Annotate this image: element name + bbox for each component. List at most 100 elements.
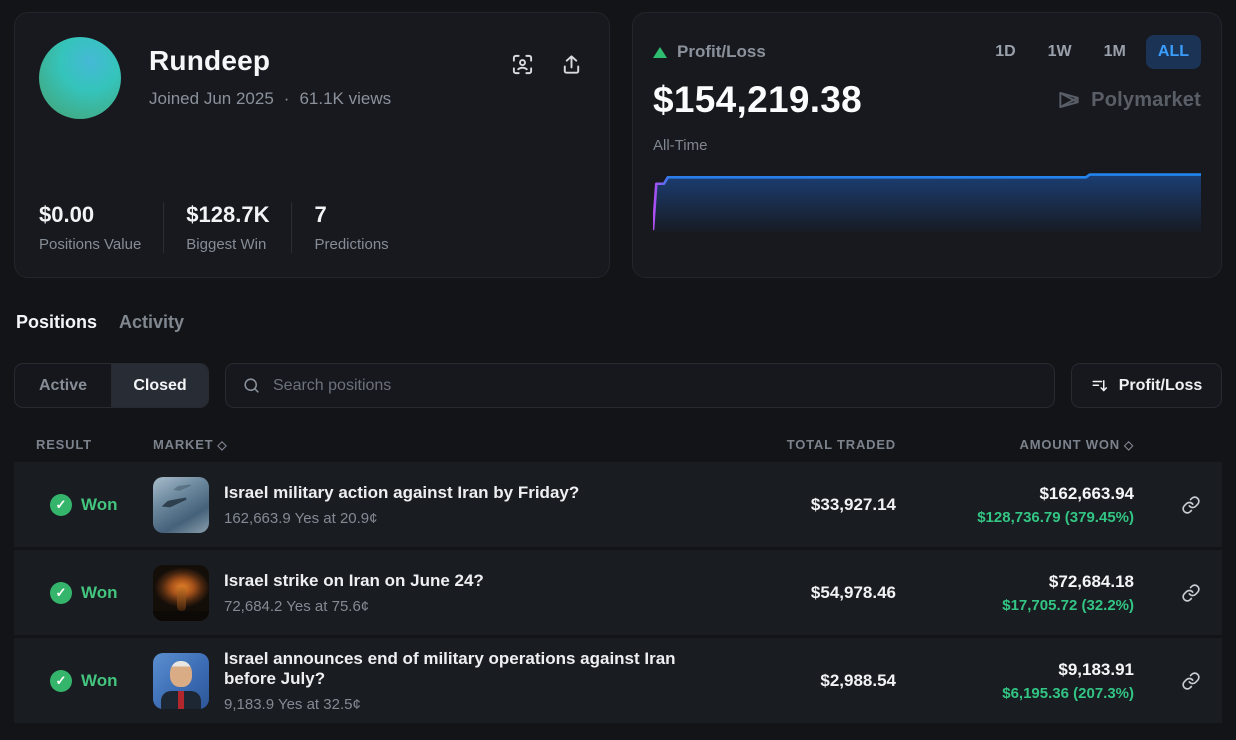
link-cell <box>1134 495 1222 515</box>
pnl-header: Profit/Loss 1D 1W 1M ALL <box>653 35 1201 69</box>
profile-actions <box>511 53 583 76</box>
result-cell: ✓ Won <box>36 670 153 692</box>
market-position-detail: 72,684.2 Yes at 75.6¢ <box>224 598 484 615</box>
position-row[interactable]: ✓ Won Israel announces end of military o… <box>14 638 1222 723</box>
range-1d[interactable]: 1D <box>983 35 1027 69</box>
stat-label: Biggest Win <box>186 236 269 253</box>
pnl-chart <box>653 168 1201 232</box>
scan-profile-button[interactable] <box>511 53 534 76</box>
market-cell[interactable]: Israel military action against Iran by F… <box>153 477 728 533</box>
stat-label: Positions Value <box>39 236 141 253</box>
search-input[interactable] <box>273 377 1038 395</box>
market-text: Israel announces end of military operati… <box>224 649 728 713</box>
stat-label: Predictions <box>314 236 388 253</box>
header-market-label: MARKET <box>153 437 213 452</box>
pnl-title: Profit/Loss <box>677 42 766 62</box>
polymarket-brand: Polymarket <box>1056 87 1201 113</box>
market-position-detail: 162,663.9 Yes at 20.9¢ <box>224 510 579 527</box>
meta-separator: · <box>284 89 290 109</box>
result-label: Won <box>81 671 118 691</box>
polymarket-logo-icon <box>1056 87 1082 113</box>
amount-won-cell: $162,663.94 $128,736.79 (379.45%) <box>896 484 1134 526</box>
pnl-value-row: $154,219.38 Polymarket <box>653 79 1201 121</box>
polymarket-brand-text: Polymarket <box>1091 89 1201 112</box>
sort-button-label: Profit/Loss <box>1119 377 1203 395</box>
market-text: Israel strike on Iran on June 24? 72,684… <box>224 571 484 615</box>
result-label: Won <box>81 495 118 515</box>
market-title[interactable]: Israel military action against Iran by F… <box>224 483 579 503</box>
pnl-period-label: All-Time <box>653 137 1201 154</box>
result-label: Won <box>81 583 118 603</box>
market-link-button[interactable] <box>1181 583 1201 603</box>
market-sort-icon[interactable]: ◇ <box>217 438 227 452</box>
pnl-value: $154,219.38 <box>653 79 862 121</box>
search-box[interactable] <box>225 363 1055 408</box>
market-thumb <box>153 653 209 709</box>
stat-value: $0.00 <box>39 202 141 228</box>
market-position-detail: 9,183.9 Yes at 32.5¢ <box>224 696 728 713</box>
sort-descending-icon <box>1091 377 1109 395</box>
range-all[interactable]: ALL <box>1146 35 1201 69</box>
profit-value: $128,736.79 (379.45%) <box>896 509 1134 526</box>
amount-won-value: $162,663.94 <box>896 484 1134 504</box>
views-count: 61.1K views <box>299 89 391 109</box>
market-title[interactable]: Israel strike on Iran on June 24? <box>224 571 484 591</box>
profit-up-icon <box>653 47 667 58</box>
profile-info: Rundeep Joined Jun 2025 · 61.1K views <box>149 37 391 109</box>
market-cell[interactable]: Israel strike on Iran on June 24? 72,684… <box>153 565 728 621</box>
total-traded-value: $2,988.54 <box>728 671 896 691</box>
link-cell <box>1134 583 1222 603</box>
range-1m[interactable]: 1M <box>1092 35 1138 69</box>
stat-predictions: 7 Predictions <box>291 202 410 253</box>
profile-page: Rundeep Joined Jun 2025 · 61.1K views <box>0 0 1236 740</box>
won-check-icon: ✓ <box>50 670 72 692</box>
stat-positions-value: $0.00 Positions Value <box>39 202 163 253</box>
market-link-button[interactable] <box>1181 495 1201 515</box>
amount-won-sort-icon[interactable]: ◇ <box>1124 438 1134 452</box>
pnl-title-wrap: Profit/Loss <box>653 42 766 62</box>
profit-value: $6,195.36 (207.3%) <box>896 685 1134 702</box>
positions-table-header: RESULT MARKET ◇ TOTAL TRADED AMOUNT WON◇ <box>14 426 1222 462</box>
filter-row: Active Closed Profit/Loss <box>14 363 1222 408</box>
header-amount-won[interactable]: AMOUNT WON◇ <box>896 437 1134 452</box>
face-scan-icon <box>511 53 534 76</box>
profile-card: Rundeep Joined Jun 2025 · 61.1K views <box>14 12 610 278</box>
market-link-button[interactable] <box>1181 671 1201 691</box>
profile-name: Rundeep <box>149 45 391 77</box>
amount-won-value: $72,684.18 <box>896 572 1134 592</box>
share-profile-button[interactable] <box>560 53 583 76</box>
segment-closed[interactable]: Closed <box>111 364 208 407</box>
header-result: RESULT <box>36 437 153 452</box>
market-title[interactable]: Israel announces end of military operati… <box>224 649 728 689</box>
profile-stats: $0.00 Positions Value $128.7K Biggest Wi… <box>39 202 585 253</box>
result-cell: ✓ Won <box>36 582 153 604</box>
stat-value: $128.7K <box>186 202 269 228</box>
market-cell[interactable]: Israel announces end of military operati… <box>153 649 728 713</box>
header-market[interactable]: MARKET ◇ <box>153 437 728 452</box>
won-check-icon: ✓ <box>50 582 72 604</box>
joined-date: Joined Jun 2025 <box>149 89 274 109</box>
header-total-traded: TOTAL TRADED <box>728 437 896 452</box>
profile-head: Rundeep Joined Jun 2025 · 61.1K views <box>39 37 585 119</box>
chain-link-icon <box>1181 495 1201 515</box>
search-icon <box>242 376 261 395</box>
position-row[interactable]: ✓ Won Israel strike on Iran on June 24? … <box>14 550 1222 635</box>
pnl-card: Profit/Loss 1D 1W 1M ALL $154,219.38 Pol… <box>632 12 1222 278</box>
positions-table-body: ✓ Won Israel military action against Ira… <box>14 462 1222 723</box>
stat-value: 7 <box>314 202 388 228</box>
profit-value: $17,705.72 (32.2%) <box>896 597 1134 614</box>
total-traded-value: $33,927.14 <box>728 495 896 515</box>
stat-biggest-win: $128.7K Biggest Win <box>163 202 291 253</box>
tab-activity[interactable]: Activity <box>119 312 184 333</box>
segment-active[interactable]: Active <box>15 364 111 407</box>
position-status-toggle: Active Closed <box>14 363 209 408</box>
link-cell <box>1134 671 1222 691</box>
market-thumb <box>153 565 209 621</box>
total-traded-value: $54,978.46 <box>728 583 896 603</box>
position-row[interactable]: ✓ Won Israel military action against Ira… <box>14 462 1222 547</box>
profile-meta: Joined Jun 2025 · 61.1K views <box>149 89 391 109</box>
chain-link-icon <box>1181 583 1201 603</box>
tab-positions[interactable]: Positions <box>16 312 97 333</box>
sort-profit-loss-button[interactable]: Profit/Loss <box>1071 363 1222 408</box>
range-1w[interactable]: 1W <box>1036 35 1084 69</box>
